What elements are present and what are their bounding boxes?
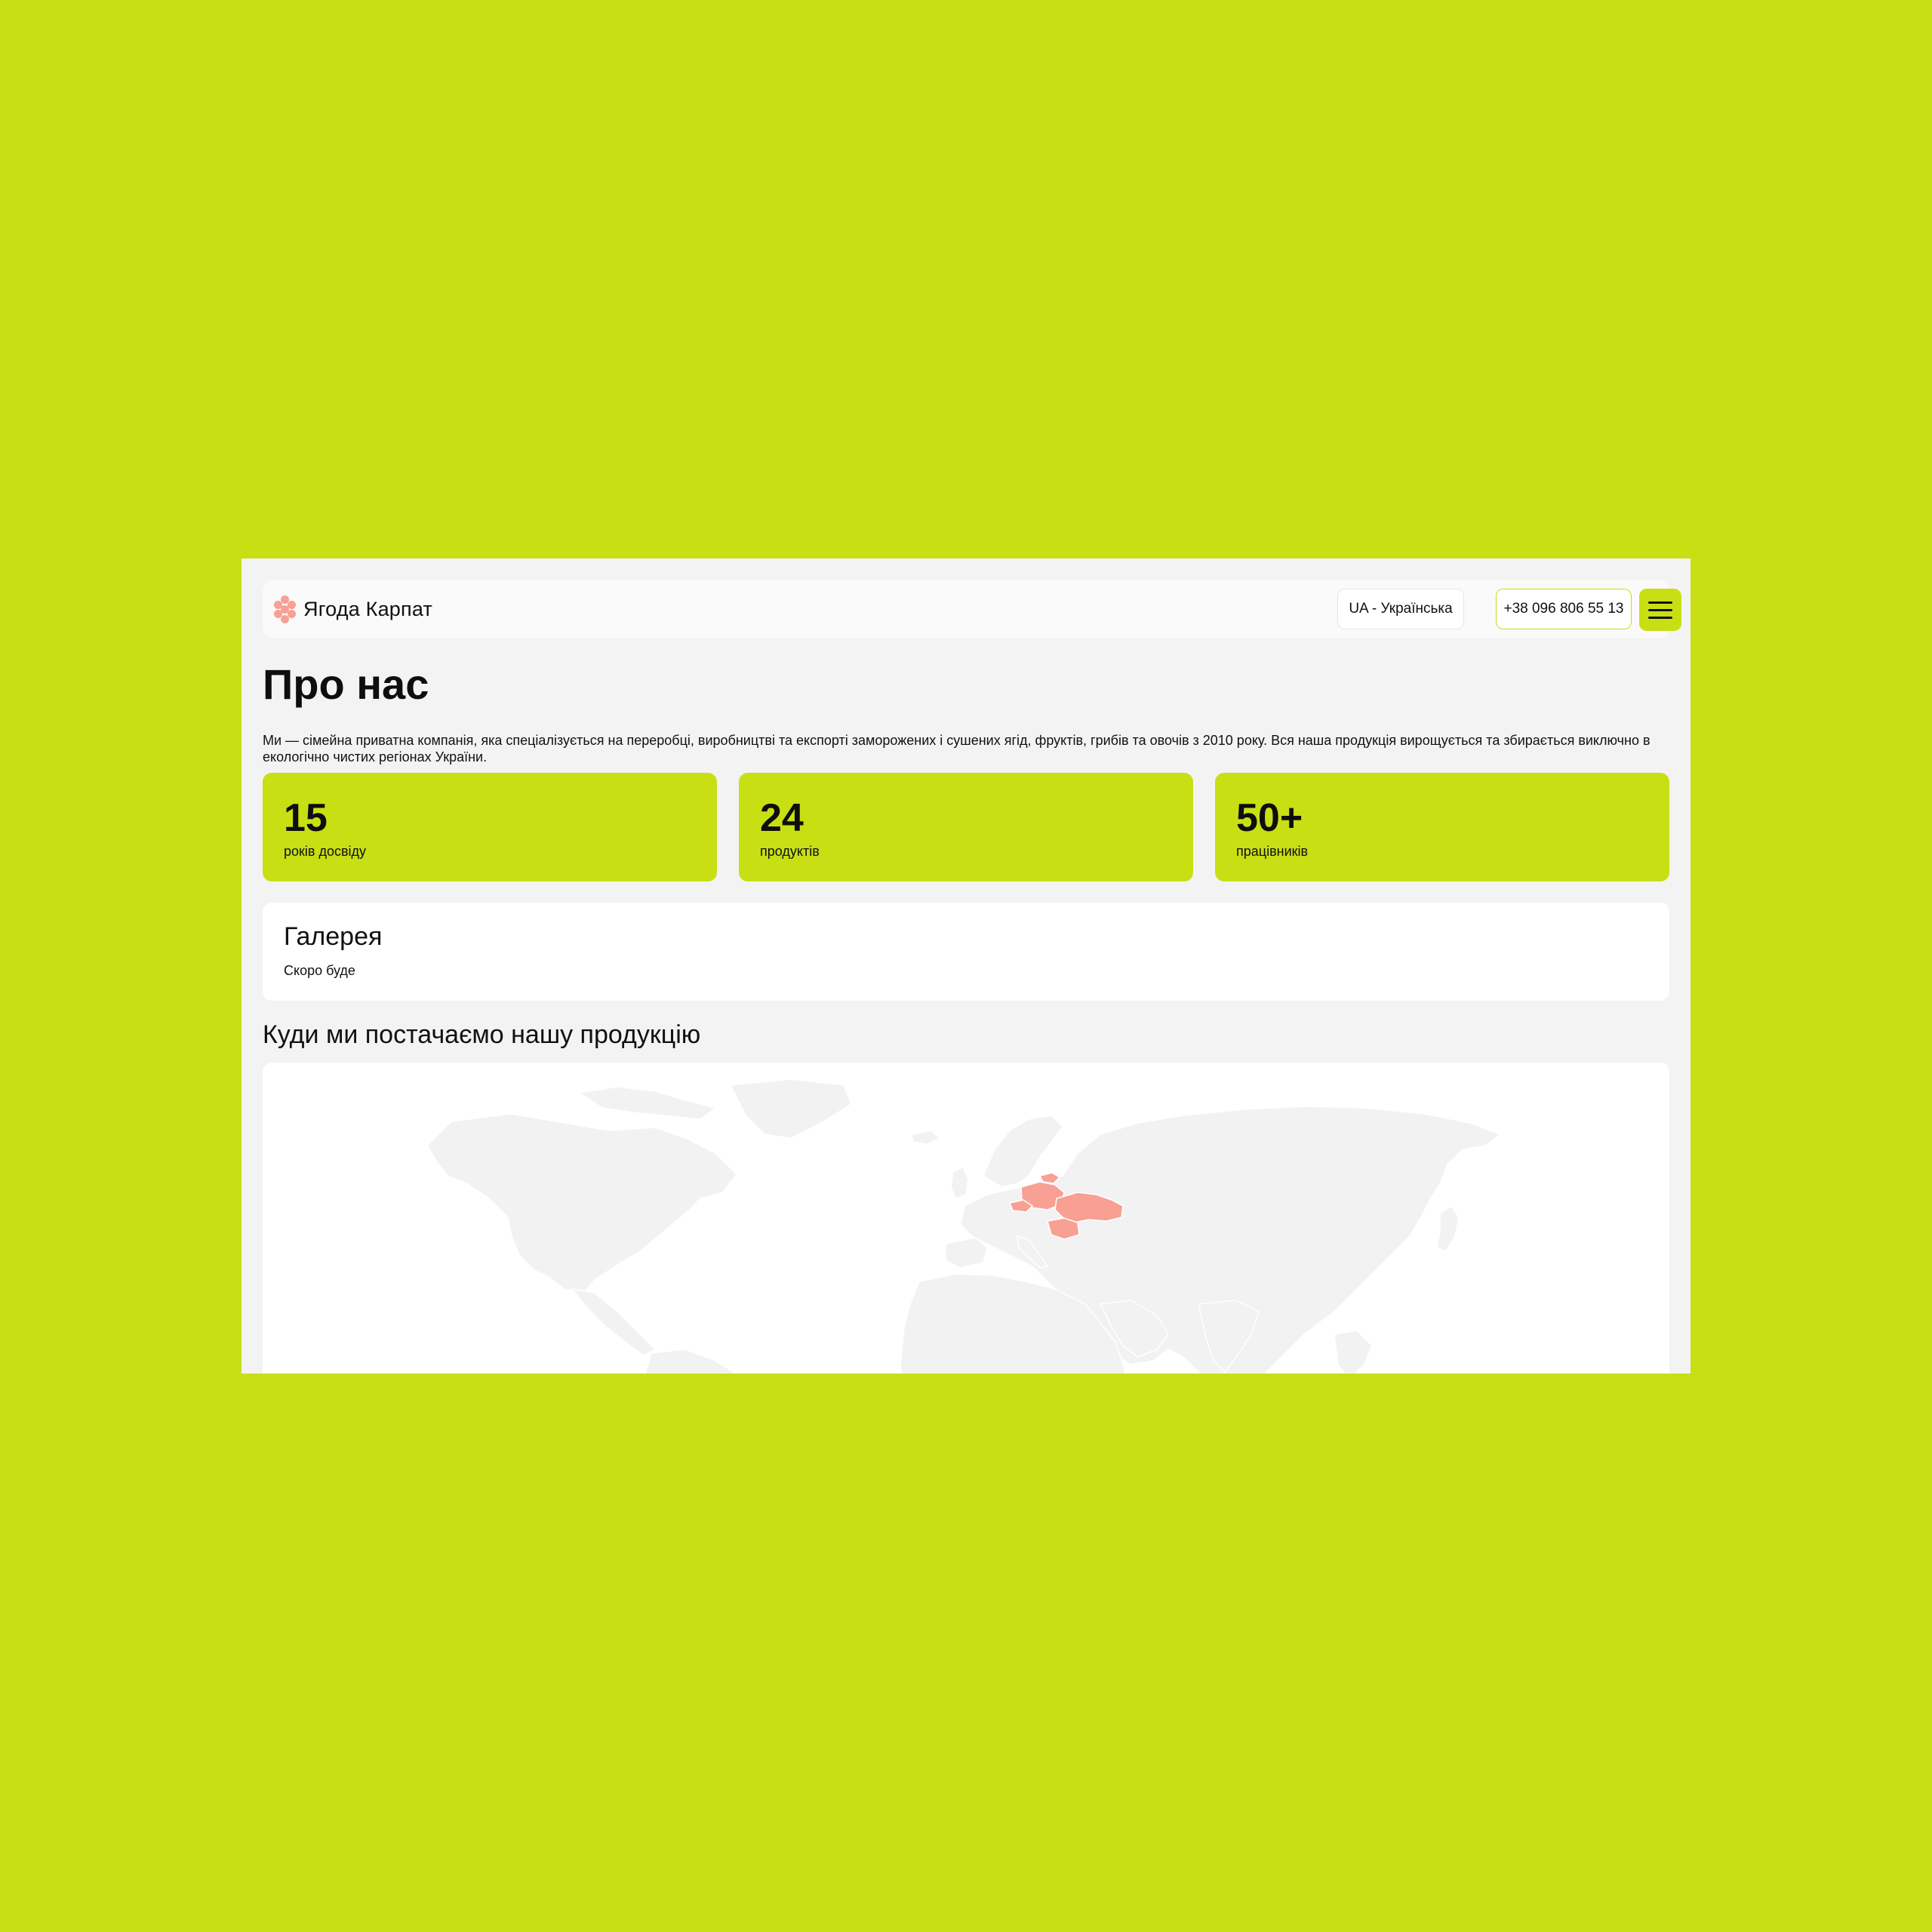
page-title: Про нас — [263, 660, 429, 708]
map-south-america — [645, 1349, 737, 1374]
map-japan — [1436, 1204, 1460, 1252]
brand-name: Ягода Карпат — [303, 597, 433, 620]
stat-label: продуктів — [760, 844, 820, 859]
stat-card-products: 24 продуктів — [739, 773, 1193, 881]
stat-value: 24 — [760, 796, 804, 840]
language-selector[interactable]: UA - Українська — [1337, 589, 1464, 629]
gallery-section: Галерея Скоро буде — [263, 903, 1669, 1001]
phone-button[interactable]: +38 096 806 55 13 — [1496, 589, 1632, 629]
stat-value: 50+ — [1236, 796, 1303, 840]
gallery-subtitle: Скоро буде — [284, 963, 355, 978]
map-greenland — [729, 1078, 852, 1139]
world-map-svg — [426, 1078, 1502, 1374]
map-arctic-islands — [577, 1086, 717, 1120]
map-southeast-asia — [1334, 1330, 1373, 1374]
map-iceland — [911, 1130, 942, 1145]
hamburger-menu-icon — [1648, 601, 1672, 604]
map-north-america — [426, 1113, 737, 1294]
stat-card-employees: 50+ працівників — [1215, 773, 1669, 881]
menu-button[interactable] — [1639, 589, 1681, 631]
berry-logo-icon — [272, 595, 299, 623]
gallery-title: Галерея — [284, 922, 383, 951]
stat-label: працівників — [1236, 844, 1309, 859]
stat-value: 15 — [284, 796, 328, 840]
map-uk — [950, 1165, 969, 1199]
site-header: Ягода Карпат UA - Українська +38 096 806… — [263, 580, 1681, 638]
map-central-america — [571, 1287, 657, 1356]
brand-logo[interactable]: Ягода Карпат — [272, 595, 432, 623]
about-intro: Ми — сімейна приватна компанія, яка спец… — [263, 733, 1651, 764]
map-iberia — [945, 1237, 988, 1269]
stat-card-experience: 15 років досвіду — [263, 773, 717, 881]
map-title: Куди ми постачаємо нашу продукцію — [263, 1020, 701, 1049]
page-frame: Ягода Карпат UA - Українська +38 096 806… — [242, 558, 1690, 1374]
world-map — [263, 1063, 1669, 1374]
stat-label: років досвіду — [284, 844, 367, 859]
